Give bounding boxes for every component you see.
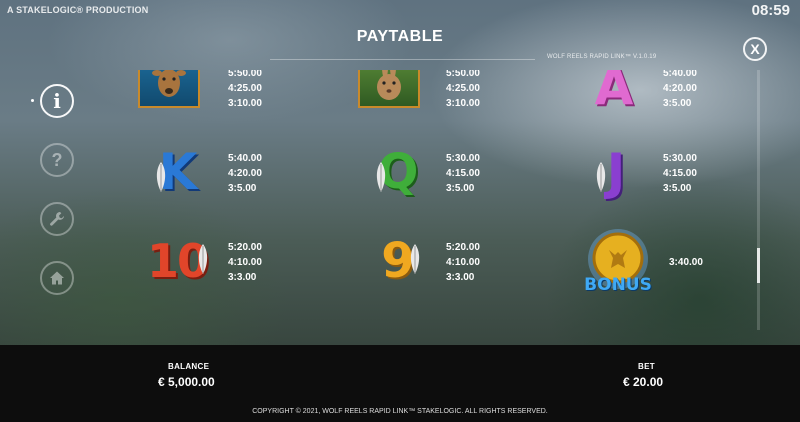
payout-line: 4:20.00 xyxy=(663,83,697,94)
a-payouts: 5:40.00 4:20.00 3:5.00 xyxy=(663,70,697,111)
scrollbar-track[interactable] xyxy=(757,70,760,330)
q-payouts: 5:30.00 4:15.00 3:5.00 xyxy=(446,151,480,196)
payout-line: 5:30.00 xyxy=(446,153,480,164)
scrollbar-thumb[interactable] xyxy=(757,248,760,283)
payout-line: 3:3.00 xyxy=(446,272,475,283)
deer-icon xyxy=(152,70,186,97)
info-button[interactable]: i xyxy=(40,84,74,118)
brand-text: A STAKELOGIC® PRODUCTION xyxy=(7,5,149,15)
payout-line: 3:10.00 xyxy=(228,98,262,109)
title-divider xyxy=(270,59,535,60)
rabbit-symbol xyxy=(358,70,420,108)
payout-line: 3:5.00 xyxy=(446,183,475,194)
payout-line: 4:10.00 xyxy=(446,257,480,268)
payout-line: 4:20.00 xyxy=(228,168,262,179)
rabbit-icon xyxy=(377,70,401,100)
letter-a-symbol: A xyxy=(590,70,638,116)
payout-line: 3:40.00 xyxy=(669,257,703,268)
balance-value: € 5,000.00 xyxy=(158,375,215,389)
payout-line: 5:40.00 xyxy=(228,153,262,164)
bonus-symbol: BONUS xyxy=(578,228,658,298)
ten-payouts: 5:20.00 4:10.00 3:3.00 xyxy=(228,240,262,285)
version-text: WOLF REELS RAPID LINK™ V.1.0.19 xyxy=(547,54,657,60)
payout-line: 5:20.00 xyxy=(446,242,480,253)
number-10-symbol: 10 xyxy=(144,230,210,292)
help-icon: ? xyxy=(51,149,63,170)
bet-value: € 20.00 xyxy=(623,375,664,389)
payout-line: 5:30.00 xyxy=(663,153,697,164)
page-title: PAYTABLE xyxy=(356,28,444,45)
payout-line: 3:3.00 xyxy=(228,272,257,283)
number-9-symbol: 9 xyxy=(372,230,424,292)
payout-line: 3:10.00 xyxy=(446,98,480,109)
paytable: 5:50.00 4:25.00 3:10.00 5:50.00 4:25.00 … xyxy=(100,70,750,330)
close-icon: X xyxy=(750,41,760,57)
payout-line: 3:5.00 xyxy=(663,98,692,109)
letter-j: J xyxy=(606,143,626,201)
feather-icon xyxy=(596,162,606,192)
payout-line: 5:50.00 xyxy=(228,70,262,79)
info-icon: i xyxy=(53,89,61,113)
clock: 08:59 xyxy=(751,2,790,19)
payout-line: 5:50.00 xyxy=(446,70,480,79)
home-icon xyxy=(50,271,64,285)
feather-icon xyxy=(156,162,166,192)
feather-icon xyxy=(198,244,208,274)
payout-line: 3:5.00 xyxy=(228,183,257,194)
payout-line: 4:25.00 xyxy=(228,83,262,94)
payout-line: 5:40.00 xyxy=(663,70,697,79)
help-button[interactable]: ? xyxy=(40,143,74,177)
bonus-payouts: 3:40.00 xyxy=(669,255,703,270)
bonus-label: BONUS xyxy=(584,275,652,295)
letter-q-symbol: Q xyxy=(372,142,424,202)
letter-a: A xyxy=(594,70,634,116)
payout-line: 4:15.00 xyxy=(663,168,697,179)
settings-button[interactable] xyxy=(40,202,74,236)
payout-line: 4:10.00 xyxy=(228,257,262,268)
payout-line: 5:20.00 xyxy=(228,242,262,253)
payout-line: 3:5.00 xyxy=(663,183,692,194)
deer-symbol xyxy=(138,70,200,108)
nine-payouts: 5:20.00 4:10.00 3:3.00 xyxy=(446,240,480,285)
home-button[interactable] xyxy=(40,261,74,295)
payout-line: 4:15.00 xyxy=(446,168,480,179)
letter-k-symbol: K xyxy=(152,142,204,202)
balance-label: BALANCE xyxy=(168,362,210,371)
payout-line: 4:25.00 xyxy=(446,83,480,94)
bet-label: BET xyxy=(638,362,655,371)
k-payouts: 5:40.00 4:20.00 3:5.00 xyxy=(228,151,262,196)
feather-icon xyxy=(376,162,386,192)
letter-j-symbol: J xyxy=(592,142,640,202)
close-button[interactable]: X xyxy=(743,37,767,61)
deer-payouts: 5:50.00 4:25.00 3:10.00 xyxy=(228,70,262,111)
j-payouts: 5:30.00 4:15.00 3:5.00 xyxy=(663,151,697,196)
feather-icon xyxy=(410,244,420,274)
wrench-icon xyxy=(50,212,64,226)
rabbit-payouts: 5:50.00 4:25.00 3:10.00 xyxy=(446,70,480,111)
active-indicator xyxy=(31,99,34,102)
copyright-text: COPYRIGHT © 2021, WOLF REELS RAPID LINK™… xyxy=(252,408,548,415)
